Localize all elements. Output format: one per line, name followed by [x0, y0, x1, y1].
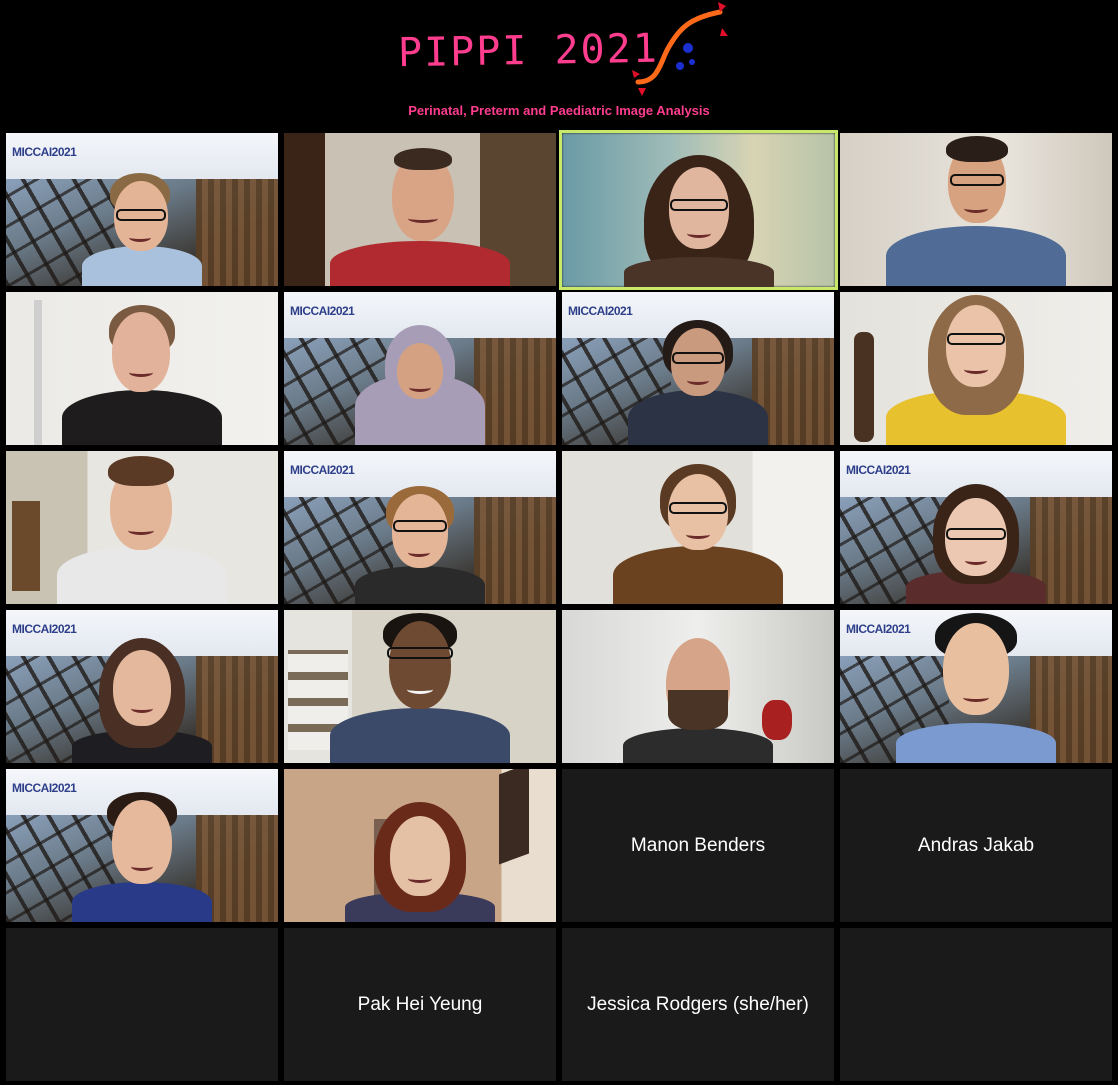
- participant-video: [345, 325, 495, 445]
- participant-video: [618, 628, 778, 763]
- pippi-logo-text: PIPPI 2021: [397, 25, 660, 77]
- participant-video: [52, 454, 232, 604]
- miccai-logo: MICCAI2021: [846, 463, 911, 477]
- empty-tile: [840, 928, 1112, 1081]
- whiteboard-edge: [34, 300, 42, 445]
- empty-tile: [6, 928, 278, 1081]
- participant-video: [330, 146, 510, 286]
- participant-tile-camera-off[interactable]: Pak Hei Yeung: [284, 928, 556, 1081]
- video-tile[interactable]: [840, 292, 1112, 445]
- video-tile[interactable]: MICCAI2021: [840, 610, 1112, 763]
- participant-video: [614, 147, 784, 287]
- video-tile[interactable]: [562, 610, 834, 763]
- video-tile[interactable]: MICCAI2021: [562, 292, 834, 445]
- video-tile[interactable]: MICCAI2021: [6, 769, 278, 922]
- participant-video: [57, 300, 227, 445]
- participant-name: Jessica Rodgers (she/her): [587, 993, 809, 1015]
- gallery-view: MICCAI2021 MICCAI2021 MICCAI2021 MICCAI2…: [0, 128, 1118, 1085]
- participant-video: [67, 792, 217, 922]
- miccai-logo: MICCAI2021: [290, 463, 355, 477]
- participant-video: [77, 161, 207, 286]
- video-tile[interactable]: MICCAI2021: [840, 451, 1112, 604]
- video-tile[interactable]: [6, 292, 278, 445]
- video-background-building: [196, 178, 278, 286]
- participant-tile-camera-off[interactable]: Jessica Rodgers (she/her): [562, 928, 834, 1081]
- participant-tile-camera-off[interactable]: Andras Jakab: [840, 769, 1112, 922]
- participant-name: Pak Hei Yeung: [357, 993, 483, 1015]
- video-tile[interactable]: [840, 133, 1112, 286]
- miccai-logo: MICCAI2021: [290, 304, 355, 318]
- video-tile[interactable]: MICCAI2021: [284, 451, 556, 604]
- participant-video: [325, 613, 515, 763]
- miccai-logo: MICCAI2021: [12, 622, 77, 636]
- meeting-header: PIPPI 2021 Perinatal, Preterm and Paedia…: [0, 0, 1118, 128]
- participant-name: Andras Jakab: [917, 834, 1035, 856]
- participant-video: [891, 613, 1061, 763]
- video-tile[interactable]: [6, 451, 278, 604]
- pippi-logo-curve-icon: [632, 2, 728, 96]
- participant-video: [623, 320, 773, 445]
- participant-video: [340, 802, 500, 922]
- participant-video: [901, 484, 1051, 604]
- participant-video: [67, 638, 217, 763]
- video-tile[interactable]: MICCAI2021: [6, 133, 278, 286]
- miccai-logo: MICCAI2021: [12, 145, 77, 159]
- participant-video: [350, 486, 490, 604]
- video-tile[interactable]: [284, 610, 556, 763]
- participant-video: [866, 295, 1086, 445]
- pippi-subtitle: Perinatal, Preterm and Paediatric Image …: [408, 103, 710, 118]
- participant-video: [876, 136, 1076, 286]
- video-tile[interactable]: [284, 769, 556, 922]
- participant-tile-camera-off[interactable]: Manon Benders: [562, 769, 834, 922]
- participant-video: [608, 464, 788, 604]
- video-tile[interactable]: [562, 451, 834, 604]
- wall-artwork: [499, 769, 529, 865]
- miccai-logo: MICCAI2021: [568, 304, 633, 318]
- video-tile[interactable]: [284, 133, 556, 286]
- participant-name: Manon Benders: [630, 834, 766, 856]
- video-tile[interactable]: MICCAI2021: [284, 292, 556, 445]
- video-tile-active-speaker[interactable]: [559, 130, 838, 290]
- bookshelf: [12, 501, 40, 591]
- video-tile[interactable]: MICCAI2021: [6, 610, 278, 763]
